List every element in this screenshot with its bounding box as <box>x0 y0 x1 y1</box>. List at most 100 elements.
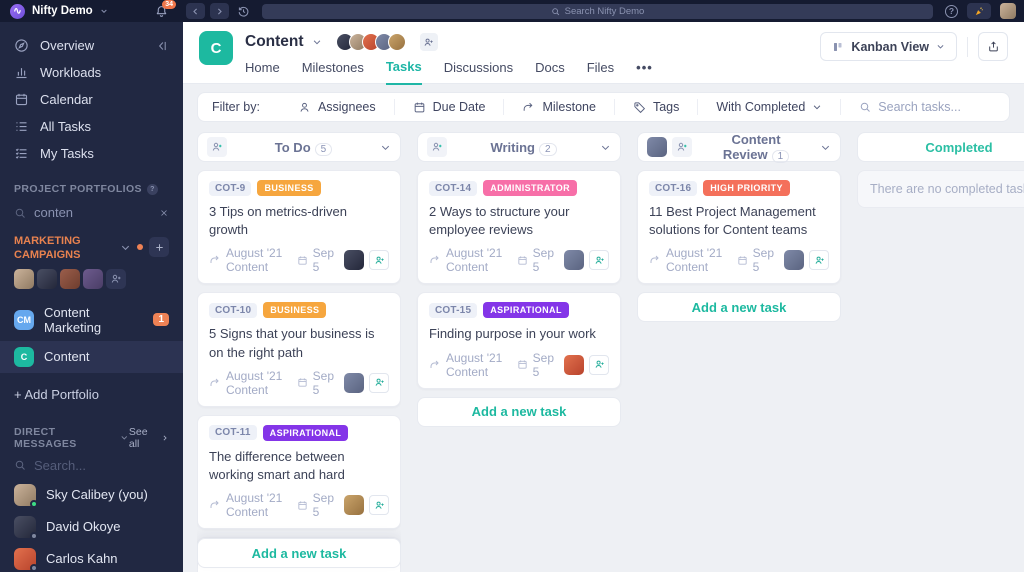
chevron-down-icon[interactable] <box>820 142 831 153</box>
assignee-avatar[interactable] <box>784 250 804 271</box>
main-content: C Content Home Milestones Tasks Discussi… <box>183 22 1024 572</box>
tab-discussions[interactable]: Discussions <box>444 60 513 84</box>
collapse-sidebar-icon[interactable] <box>155 39 169 53</box>
compass-icon <box>15 39 28 52</box>
chevron-down-icon[interactable] <box>312 37 322 47</box>
help-button[interactable]: ? <box>945 4 958 18</box>
column-header-to-do[interactable]: To Do 5 <box>197 132 401 162</box>
dm-item-carlos-kahn[interactable]: Carlos Kahn <box>0 543 183 572</box>
workspace-title[interactable]: Nifty Demo <box>32 5 93 17</box>
tab-milestones[interactable]: Milestones <box>302 60 364 84</box>
portfolio-group-marketing-campaigns[interactable]: MARKETING CAMPAIGNS <box>0 226 183 267</box>
add-portfolio-button[interactable]: + Add Portfolio <box>0 373 183 416</box>
task-due-date: Sep 5 <box>312 368 334 397</box>
tab-docs[interactable]: Docs <box>535 60 565 84</box>
project-tabs: Home Milestones Tasks Discussions Docs F… <box>245 53 653 85</box>
global-search-input[interactable]: Search Nifty Demo <box>262 3 933 19</box>
avatar[interactable] <box>14 268 34 289</box>
assign-column-button[interactable] <box>672 137 692 157</box>
add-assignee-button[interactable] <box>369 495 389 516</box>
workspace-chevron-down-icon[interactable] <box>100 7 108 15</box>
avatar <box>14 547 38 572</box>
filter-milestone[interactable]: Milestone <box>503 99 614 115</box>
tab-files[interactable]: Files <box>587 60 614 84</box>
dm-item-david-okoye[interactable]: David Okoye <box>0 511 183 543</box>
avatar[interactable] <box>37 268 57 289</box>
add-task-button[interactable]: Add a new task <box>417 396 621 427</box>
assignee-avatar[interactable] <box>344 495 364 516</box>
add-assignee-button[interactable] <box>589 250 609 271</box>
assignee-avatar[interactable] <box>344 372 364 393</box>
add-assignee-button[interactable] <box>589 354 609 375</box>
avatar[interactable] <box>387 33 406 51</box>
page-title[interactable]: Content <box>245 33 304 51</box>
task-card-cot-14[interactable]: COT-14 ADMINISTRATOR 2 Ways to structure … <box>417 170 621 285</box>
clear-search-icon[interactable] <box>159 208 169 218</box>
see-all-link[interactable]: See all <box>129 426 169 450</box>
back-button[interactable] <box>186 3 205 19</box>
task-search-placeholder: Search tasks... <box>878 100 961 114</box>
add-project-button[interactable] <box>149 237 169 257</box>
calendar-icon <box>414 102 424 112</box>
tab-home[interactable]: Home <box>245 60 280 84</box>
task-card-cot-11[interactable]: COT-11 ASPIRATIONAL The difference betwee… <box>197 414 401 530</box>
task-search-input[interactable]: Search tasks... <box>840 99 1005 115</box>
share-button[interactable] <box>978 32 1008 61</box>
avatar[interactable] <box>83 268 103 289</box>
assignee-avatar[interactable] <box>344 250 364 271</box>
assign-column-button[interactable] <box>207 137 227 157</box>
add-assignee-button[interactable] <box>809 250 829 271</box>
sidebar-project-content[interactable]: C Content <box>0 340 183 373</box>
portfolio-search-input[interactable]: conten <box>0 201 183 226</box>
add-task-button[interactable]: Add a new task <box>637 292 841 323</box>
chevron-down-icon[interactable] <box>600 142 611 153</box>
avatar[interactable] <box>60 268 80 289</box>
sidebar-item-all-tasks[interactable]: All Tasks <box>0 113 183 140</box>
portfolios-help-icon[interactable]: ? <box>146 183 158 195</box>
direct-messages-label[interactable]: DIRECT MESSAGES <box>14 426 129 450</box>
filter-assignees[interactable]: Assignees <box>280 99 394 115</box>
forward-button[interactable] <box>210 3 229 19</box>
notifications-button[interactable]: 34 <box>155 0 176 18</box>
dm-item-sky-calibey[interactable]: Sky Calibey (you) <box>0 479 183 511</box>
tab-tasks[interactable]: Tasks <box>385 59 422 85</box>
view-selector-button[interactable]: Kanban View <box>820 32 957 61</box>
chevron-down-icon[interactable] <box>380 142 391 153</box>
task-card-cot-9[interactable]: COT-9 BUSINESS 3 Tips on metrics-driven g… <box>197 170 401 285</box>
filter-due-date[interactable]: Due Date <box>393 99 504 115</box>
person-plus-icon <box>815 256 824 264</box>
chevron-down-icon[interactable] <box>120 242 131 253</box>
column-header-content-review[interactable]: Content Review 1 <box>637 132 841 163</box>
sidebar-item-overview[interactable]: Overview <box>0 32 183 59</box>
milestone-arrow-icon <box>210 500 219 509</box>
add-task-button[interactable]: Add a new task <box>197 538 401 568</box>
task-card-cot-10[interactable]: COT-10 BUSINESS 5 Signs that your busines… <box>197 292 401 407</box>
column-count: 2 <box>538 142 557 156</box>
add-assignee-button[interactable] <box>369 372 389 393</box>
whats-new-button[interactable] <box>967 3 991 19</box>
assignee-avatar[interactable] <box>564 250 584 271</box>
assignee-avatar[interactable] <box>564 354 584 375</box>
sidebar-item-workloads[interactable]: Workloads <box>0 59 183 86</box>
user-avatar[interactable] <box>1000 3 1016 19</box>
column-header-completed[interactable]: Completed <box>857 132 1024 162</box>
add-assignee-button[interactable] <box>369 250 389 271</box>
add-member-button[interactable] <box>106 268 126 289</box>
column-assignee-avatar[interactable] <box>647 137 667 157</box>
sidebar-item-my-tasks[interactable]: My Tasks <box>0 140 183 167</box>
dm-search-input[interactable]: Search... <box>0 454 183 479</box>
task-card-cot-15[interactable]: COT-15 ASPIRATIONAL Finding purpose in yo… <box>417 292 621 389</box>
column-header-writing[interactable]: Writing 2 <box>417 132 621 162</box>
tab-more[interactable]: ••• <box>636 60 653 84</box>
assign-column-button[interactable] <box>427 137 447 157</box>
add-member-button[interactable] <box>419 33 438 51</box>
history-button[interactable] <box>237 5 250 18</box>
avatar <box>14 483 38 508</box>
task-id-badge: COT-10 <box>209 302 258 318</box>
filter-tags[interactable]: Tags <box>613 99 697 115</box>
filter-with-completed[interactable]: With Completed <box>697 99 840 115</box>
column-count: 5 <box>314 142 333 156</box>
sidebar-item-calendar[interactable]: Calendar <box>0 86 183 113</box>
sidebar-project-content-marketing[interactable]: CM Content Marketing 1 <box>0 299 183 341</box>
task-card-cot-16[interactable]: COT-16 HIGH PRIORITY 11 Best Project Mana… <box>637 170 841 285</box>
